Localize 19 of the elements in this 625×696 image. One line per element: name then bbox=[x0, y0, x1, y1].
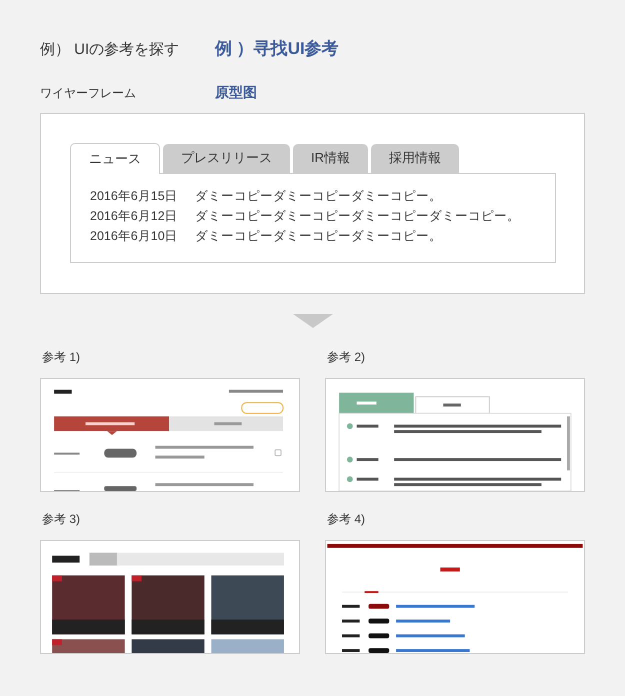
reference-label: 参考 4) bbox=[326, 510, 366, 528]
reference-label: 参考 2) bbox=[326, 348, 366, 366]
news-title[interactable]: ダミーコピーダミーコピーダミーコピー。 bbox=[195, 188, 442, 204]
section-label: ワイヤーフレーム bbox=[40, 84, 137, 102]
news-date: 2016年6月12日 bbox=[90, 208, 179, 224]
reference-label: 参考 3) bbox=[41, 510, 82, 528]
section-translation: 原型图 bbox=[215, 82, 257, 102]
news-title[interactable]: ダミーコピーダミーコピーダミーコピー。 bbox=[195, 228, 442, 244]
news-date: 2016年6月10日 bbox=[90, 228, 179, 244]
reference-label: 参考 1) bbox=[41, 348, 82, 366]
heading-translation: 例 ）寻找UI参考 bbox=[215, 38, 339, 60]
tab[interactable]: 採用情報 bbox=[371, 144, 459, 172]
news-title[interactable]: ダミーコピーダミーコピーダミーコピーダミーコピー。 bbox=[195, 208, 520, 224]
page-heading: 例） UIの参考を探す bbox=[40, 40, 180, 60]
down-arrow-icon bbox=[292, 314, 332, 328]
tab[interactable]: ニュース bbox=[70, 142, 160, 174]
tab[interactable]: プレスリリース bbox=[163, 144, 290, 172]
tab[interactable]: IR情報 bbox=[293, 144, 368, 172]
news-date: 2016年6月15日 bbox=[90, 188, 179, 204]
